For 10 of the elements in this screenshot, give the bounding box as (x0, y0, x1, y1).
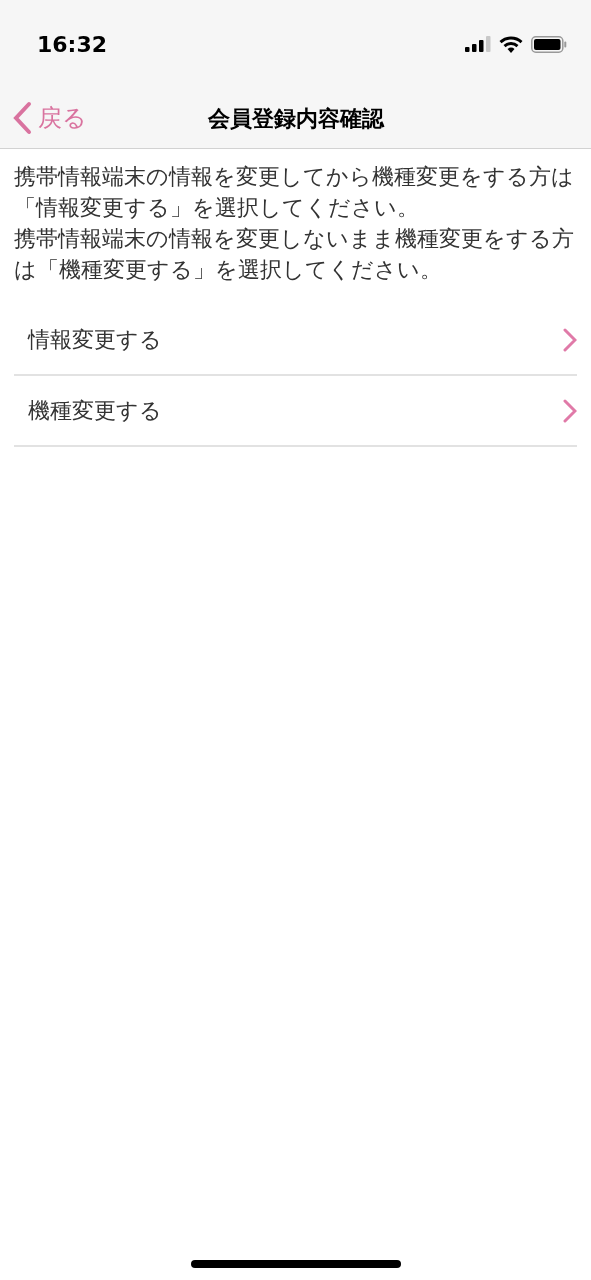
description-text: 携帯情報端末の情報を変更してから機種変更をする方は「情報変更する」を選択してください。 (14, 163, 575, 222)
description-text: 携帯情報端末の情報を変更しないまま機種変更をする方は「機種変更する」を選択してください。 (14, 225, 575, 284)
signal-icon (465, 36, 491, 52)
screen-title: 会員登録内容確認 (207, 104, 384, 133)
chevron-right-icon (563, 327, 577, 352)
wifi-icon (499, 35, 523, 53)
battery-icon (531, 35, 567, 53)
status-time: 16:32 (37, 30, 108, 59)
chevron-left-icon (12, 101, 32, 135)
chevron-right-icon (563, 398, 577, 423)
